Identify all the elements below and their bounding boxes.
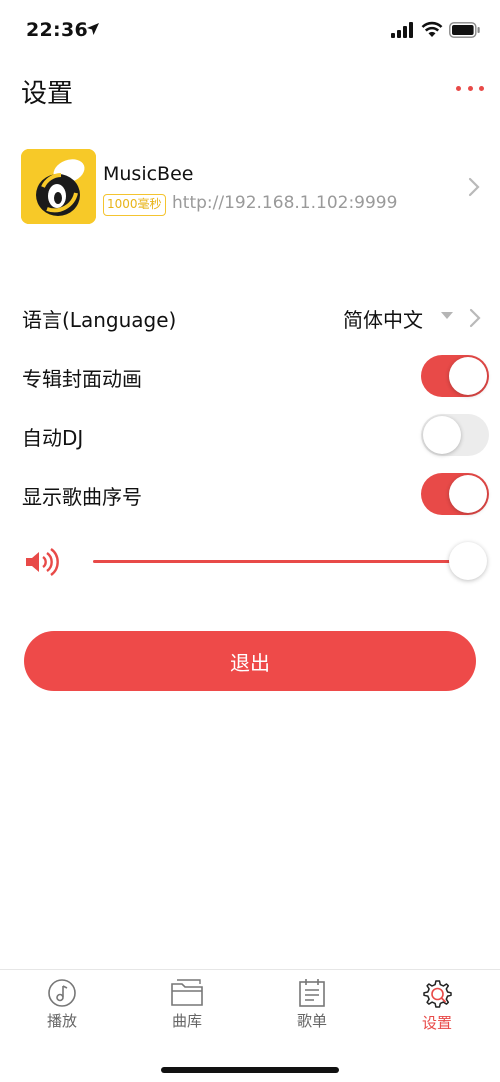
music-note-icon [48, 979, 76, 1007]
chevron-right-icon [469, 308, 481, 328]
status-bar: 22:36 [0, 0, 500, 60]
chevron-right-icon [468, 177, 480, 197]
home-indicator [161, 1067, 339, 1073]
tab-bar: 播放 曲库 歌单 设置 [0, 969, 500, 1082]
page-title: 设置 [21, 79, 74, 109]
show-track-number-toggle[interactable] [421, 473, 489, 515]
tab-label: 播放 [46, 1012, 77, 1030]
language-value: 简体中文 [343, 308, 423, 332]
server-name: MusicBee [103, 163, 194, 185]
tab-label: 歌单 [296, 1012, 327, 1030]
logout-button[interactable]: 退出 [24, 631, 476, 691]
language-label: 语言(Language) [22, 308, 177, 332]
volume-slider-thumb[interactable] [449, 542, 487, 580]
speaker-volume-icon [26, 548, 59, 576]
volume-slider-fill [93, 560, 468, 563]
musicbee-logo [21, 149, 96, 224]
location-arrow-icon [87, 23, 99, 35]
tab-playlist[interactable]: 歌单 [267, 978, 357, 1042]
show-track-number-label: 显示歌曲序号 [22, 485, 142, 509]
latency-badge: 1000毫秒 [103, 194, 166, 216]
caret-down-icon [441, 312, 453, 319]
playlist-icon [299, 979, 325, 1007]
wifi-icon [421, 21, 443, 37]
tab-label: 设置 [421, 1014, 452, 1032]
tab-library[interactable]: 曲库 [142, 978, 232, 1042]
more-dot-icon [456, 85, 461, 91]
auto-dj-toggle[interactable] [421, 414, 489, 456]
language-setting-row[interactable]: 语言(Language) 简体中文 [0, 293, 500, 343]
volume-row [0, 538, 500, 586]
bee-icon [21, 149, 96, 224]
server-connection-row[interactable]: MusicBee 1000毫秒 http://192.168.1.102:999… [0, 144, 500, 228]
folder-icon [171, 979, 203, 1006]
more-dot-icon [479, 85, 484, 91]
more-dot-icon [467, 85, 473, 91]
album-cover-animation-toggle[interactable] [421, 355, 489, 397]
battery-icon [449, 22, 480, 38]
auto-dj-row: 自动DJ [0, 411, 500, 461]
auto-dj-label: 自动DJ [22, 426, 84, 450]
cellular-signal-icon [391, 22, 413, 38]
tab-label: 曲库 [171, 1012, 202, 1030]
album-cover-animation-row: 专辑封面动画 [0, 352, 500, 402]
status-time: 22:36 [26, 19, 88, 41]
tab-play[interactable]: 播放 [17, 978, 107, 1042]
server-url: http://192.168.1.102:9999 [172, 193, 398, 213]
volume-slider-track[interactable] [93, 560, 468, 563]
more-options-button[interactable] [452, 78, 488, 98]
album-cover-animation-label: 专辑封面动画 [22, 367, 142, 391]
tab-settings[interactable]: 设置 [392, 978, 482, 1042]
gear-icon [423, 980, 452, 1008]
show-track-number-row: 显示歌曲序号 [0, 470, 500, 520]
